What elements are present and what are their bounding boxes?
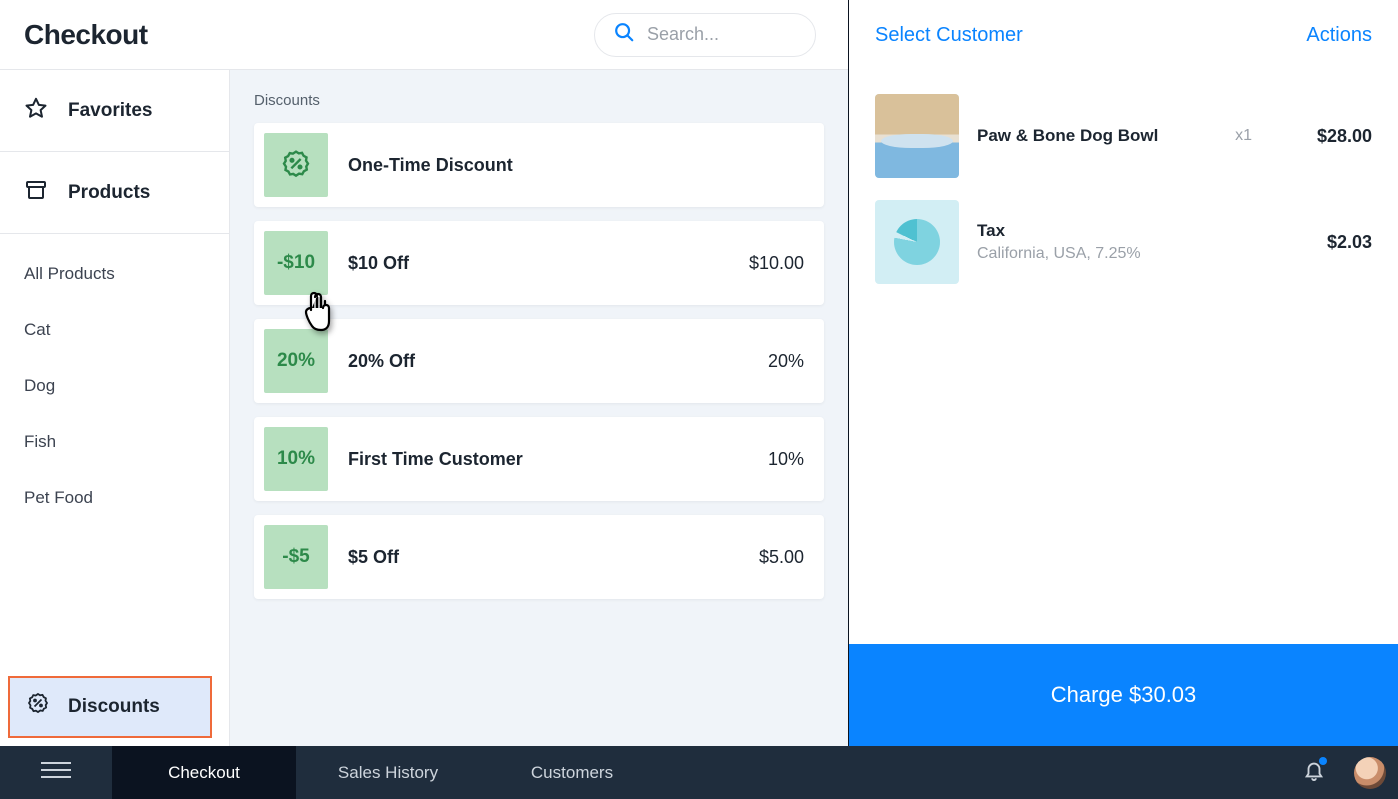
tab-customers[interactable]: Customers — [480, 746, 664, 799]
discount-name: First Time Customer — [348, 449, 768, 470]
archive-icon — [24, 178, 48, 208]
cart-tax-row[interactable]: Tax California, USA, 7.25% $2.03 — [875, 200, 1372, 284]
avatar-icon — [1354, 757, 1386, 789]
discount-icon — [26, 692, 50, 722]
cart-item-price: $28.00 — [1292, 126, 1372, 147]
discount-badge: 10% — [264, 427, 328, 491]
page-title: Checkout — [24, 19, 148, 51]
sidebar-item-favorites[interactable]: Favorites — [0, 70, 229, 152]
product-thumb — [875, 94, 959, 178]
tab-sales-history[interactable]: Sales History — [296, 746, 480, 799]
discount-card-20pct[interactable]: 20% 20% Off 20% — [254, 319, 824, 403]
header-left: Checkout — [0, 0, 848, 70]
discount-name: $10 Off — [348, 253, 749, 274]
actions-link[interactable]: Actions — [1306, 24, 1372, 47]
discount-value: $10.00 — [749, 253, 804, 274]
charge-button[interactable]: Charge $30.03 — [849, 644, 1398, 746]
discount-card-one-time[interactable]: One-Time Discount — [254, 123, 824, 207]
sidebar: Favorites Products All Products Cat Dog … — [0, 70, 230, 746]
discount-value: 10% — [768, 449, 804, 470]
cart-line-item[interactable]: Paw & Bone Dog Bowl x1 $28.00 — [875, 94, 1372, 178]
discount-badge: 20% — [264, 329, 328, 393]
tax-amount: $2.03 — [1292, 232, 1372, 253]
sidebar-item-all-products[interactable]: All Products — [0, 246, 229, 302]
discount-badge-icon — [264, 133, 328, 197]
discount-card-10-off[interactable]: -$10 $10 Off $10.00 — [254, 221, 824, 305]
sidebar-item-dog[interactable]: Dog — [0, 358, 229, 414]
tab-checkout[interactable]: Checkout — [112, 746, 296, 799]
discount-badge: -$10 — [264, 231, 328, 295]
menu-icon — [41, 761, 71, 784]
notifications-button[interactable] — [1286, 746, 1342, 799]
select-customer-link[interactable]: Select Customer — [875, 24, 1023, 47]
menu-button[interactable] — [0, 746, 112, 799]
tax-detail: California, USA, 7.25% — [977, 245, 1292, 263]
sidebar-label-products: Products — [68, 182, 150, 204]
section-label-discounts: Discounts — [254, 92, 824, 109]
discount-badge: -$5 — [264, 525, 328, 589]
sidebar-item-cat[interactable]: Cat — [0, 302, 229, 358]
search-box[interactable] — [594, 13, 816, 57]
bell-icon — [1303, 759, 1325, 786]
pie-chart-icon — [894, 219, 940, 265]
discount-card-5-off[interactable]: -$5 $5 Off $5.00 — [254, 515, 824, 599]
profile-button[interactable] — [1342, 746, 1398, 799]
tax-label: Tax — [977, 221, 1292, 241]
sidebar-label-discounts: Discounts — [68, 696, 160, 718]
main-panel: Discounts One-Time Discount -$10 $10 Off… — [230, 70, 848, 746]
sidebar-item-products[interactable]: Products — [0, 152, 229, 234]
star-icon — [24, 96, 48, 126]
cart-panel: Paw & Bone Dog Bowl x1 $28.00 Tax Califo… — [849, 70, 1398, 746]
sidebar-item-discounts[interactable]: Discounts — [8, 676, 212, 738]
discount-value: $5.00 — [759, 547, 804, 568]
search-icon — [613, 21, 635, 48]
cart-list: Paw & Bone Dog Bowl x1 $28.00 Tax Califo… — [849, 70, 1398, 644]
discount-name: One-Time Discount — [348, 155, 804, 176]
discount-name: $5 Off — [348, 547, 759, 568]
discount-name: 20% Off — [348, 351, 768, 372]
header-right: Select Customer Actions — [849, 0, 1398, 70]
search-input[interactable] — [647, 24, 787, 45]
cart-item-qty: x1 — [1235, 127, 1252, 145]
sidebar-label-favorites: Favorites — [68, 100, 152, 122]
tax-thumb — [875, 200, 959, 284]
cart-item-name: Paw & Bone Dog Bowl — [977, 126, 1235, 146]
sidebar-item-fish[interactable]: Fish — [0, 414, 229, 470]
discount-value: 20% — [768, 351, 804, 372]
bottom-bar: Checkout Sales History Customers — [0, 746, 1398, 799]
discount-card-first-time[interactable]: 10% First Time Customer 10% — [254, 417, 824, 501]
sidebar-item-pet-food[interactable]: Pet Food — [0, 470, 229, 526]
